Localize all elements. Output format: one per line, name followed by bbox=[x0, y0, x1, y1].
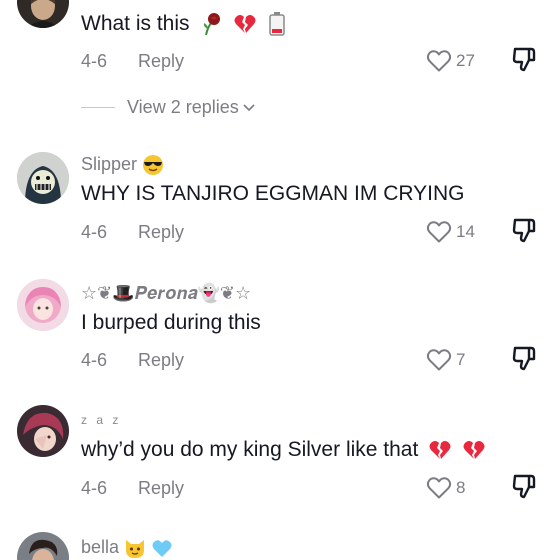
view-replies-label: View 2 replies bbox=[127, 96, 239, 117]
comment-date: 4-6 bbox=[81, 51, 108, 71]
comment-username[interactable]: ☆❦🎩𝑷𝒆𝒓𝒐𝒏𝒂👻❦☆ bbox=[81, 282, 251, 304]
avatar[interactable] bbox=[17, 405, 69, 457]
reply-button[interactable]: Reply bbox=[138, 221, 184, 243]
comment-text: why’d you do my king Silver like that bbox=[81, 437, 486, 463]
broken-heart-icon bbox=[233, 12, 257, 36]
broken-heart-icon bbox=[428, 438, 452, 462]
avatar[interactable] bbox=[17, 0, 69, 28]
thumbs-down-icon bbox=[512, 218, 536, 243]
comment-username[interactable]: bella bbox=[81, 536, 173, 559]
divider-line bbox=[81, 106, 115, 108]
blue-heart-icon bbox=[151, 537, 173, 559]
like-count: 7 bbox=[456, 350, 466, 369]
dislike-button[interactable] bbox=[511, 46, 539, 74]
heart-outline-icon bbox=[426, 221, 452, 243]
broken-heart-icon bbox=[462, 438, 486, 462]
dislike-button[interactable] bbox=[511, 345, 539, 373]
heart-outline-icon bbox=[426, 349, 452, 371]
comment-username[interactable]: z a z bbox=[81, 409, 121, 431]
low-battery-icon bbox=[267, 11, 287, 37]
comment-meta: 4-6 Reply bbox=[81, 221, 184, 243]
comment-meta: 4-6 Reply bbox=[81, 477, 184, 499]
dislike-button[interactable] bbox=[511, 473, 539, 501]
thumbs-down-icon bbox=[512, 47, 536, 72]
like-count: 14 bbox=[456, 222, 475, 241]
reply-button[interactable]: Reply bbox=[138, 50, 184, 72]
avatar[interactable] bbox=[17, 152, 69, 204]
avatar[interactable] bbox=[17, 279, 69, 331]
comment-date: 4-6 bbox=[81, 222, 108, 242]
reply-button[interactable]: Reply bbox=[138, 477, 184, 499]
like-button[interactable]: 7 bbox=[426, 347, 465, 373]
reply-button[interactable]: Reply bbox=[138, 349, 184, 371]
like-count: 8 bbox=[456, 478, 466, 497]
thumbs-down-icon bbox=[512, 346, 536, 371]
view-replies-button[interactable]: View 2 replies bbox=[81, 96, 256, 118]
comment-meta: 4-6 Reply bbox=[81, 349, 184, 371]
comment-text: WHY IS TANJIRO EGGMAN IM CRYING bbox=[81, 182, 465, 205]
chevron-down-icon bbox=[243, 104, 255, 112]
like-button[interactable]: 14 bbox=[426, 219, 475, 245]
like-count: 27 bbox=[456, 51, 475, 70]
avatar[interactable] bbox=[17, 532, 69, 560]
comment-text: What is this bbox=[81, 11, 287, 37]
heart-outline-icon bbox=[426, 50, 452, 72]
rose-icon bbox=[199, 12, 223, 36]
comment-date: 4-6 bbox=[81, 478, 108, 498]
heart-outline-icon bbox=[426, 477, 452, 499]
cat-face-icon bbox=[124, 537, 146, 559]
like-button[interactable]: 8 bbox=[426, 475, 465, 501]
like-button[interactable]: 27 bbox=[426, 48, 475, 74]
comment-username[interactable]: Slipper bbox=[81, 153, 164, 176]
sunglasses-face-icon bbox=[142, 154, 164, 176]
thumbs-down-icon bbox=[512, 474, 536, 499]
comments-screen: What is this 4-6 Reply 27 View 2 replies… bbox=[0, 0, 560, 560]
comment-meta: 4-6 Reply bbox=[81, 50, 184, 72]
dislike-button[interactable] bbox=[511, 217, 539, 245]
comment-text: I burped during this bbox=[81, 311, 261, 334]
comment-date: 4-6 bbox=[81, 350, 108, 370]
